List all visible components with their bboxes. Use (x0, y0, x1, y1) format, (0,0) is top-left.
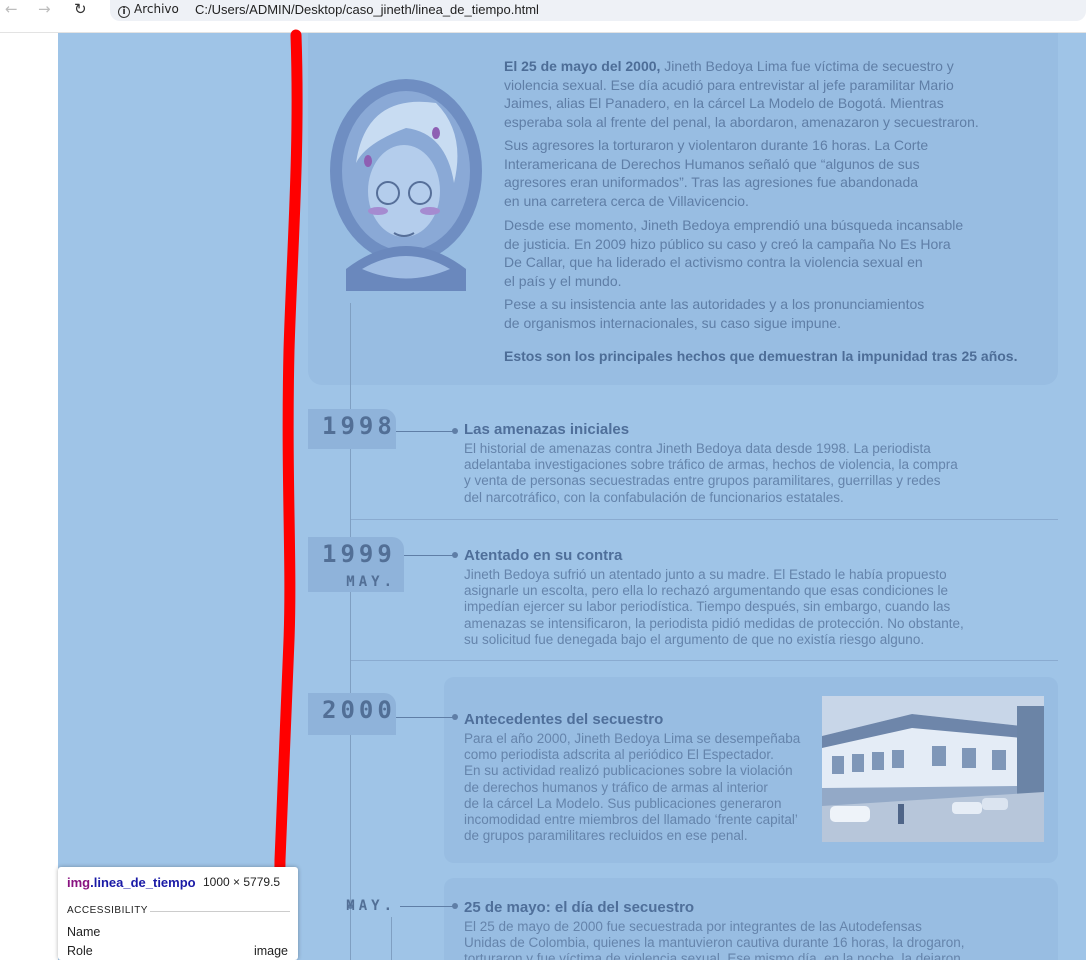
intro-paragraph-1: El 25 de mayo del 2000, Jineth Bedoya Li… (504, 58, 979, 130)
timeline-axis-segment (391, 917, 392, 960)
event-body: Para el año 2000, Jineth Bedoya Lima se … (464, 731, 801, 844)
portrait-illustration (330, 79, 482, 291)
divider (150, 911, 290, 912)
year-badge-1999: 1999 MAY. (308, 537, 404, 592)
site-info-chip[interactable]: i Archivo (118, 1, 179, 18)
url-text[interactable]: C:/Users/ADMIN/Desktop/caso_jineth/linea… (195, 1, 539, 18)
prison-building-photo (822, 696, 1044, 842)
browser-toolbar: ← → ↻ i Archivo C:/Users/ADMIN/Desktop/ca… (0, 0, 1086, 33)
year-badge-1998: 1998 (308, 409, 396, 449)
month-badge: MAY. (346, 898, 396, 914)
timeline-dot (452, 428, 458, 434)
info-icon: i (118, 6, 130, 18)
intro-paragraph-2: Sus agresores la torturaron y violentaro… (504, 137, 929, 209)
event-body: Jineth Bedoya sufrió un atentado junto a… (464, 567, 964, 647)
intro-closing: Estos son los principales hechos que dem… (504, 348, 1018, 364)
tooltip-element-size: 1000 × 5779.5 (203, 875, 281, 889)
page-margin (0, 33, 58, 960)
tooltip-section-header: ACCESSIBILITY (67, 905, 148, 916)
timeline-dot (452, 903, 458, 909)
back-icon[interactable]: ← (5, 0, 18, 20)
intro-paragraph-3: Desde ese momento, Jineth Bedoya emprend… (504, 217, 964, 289)
site-info-label: Archivo (134, 2, 179, 16)
connector (404, 555, 454, 556)
reload-icon[interactable]: ↻ (74, 0, 87, 20)
forward-icon[interactable]: → (38, 0, 51, 20)
event-title: Antecedentes del secuestro (464, 711, 664, 728)
tooltip-row-label: Name (67, 925, 101, 939)
event-divider (351, 660, 1058, 661)
timeline-axis (350, 303, 351, 960)
year-badge-2000: 2000 (308, 693, 396, 735)
connector (396, 431, 454, 432)
timeline-image: El 25 de mayo del 2000, Jineth Bedoya Li… (58, 33, 1086, 960)
event-title: Atentado en su contra (464, 547, 623, 564)
event-title: 25 de mayo: el día del secuestro (464, 899, 695, 916)
devtools-inspect-tooltip: img.linea_de_tiempo 1000 × 5779.5 ACCESS… (58, 867, 298, 960)
event-body: El historial de amenazas contra Jineth B… (464, 441, 958, 505)
connector (400, 906, 454, 907)
event-body: El 25 de mayo de 2000 fue secuestrada po… (464, 919, 965, 960)
intro-paragraph-4: Pese a su insistencia ante las autoridad… (504, 296, 925, 331)
timeline-dot (452, 552, 458, 558)
tooltip-row-label: Role (67, 944, 93, 958)
tooltip-element-name: img.linea_de_tiempo (67, 875, 196, 890)
tooltip-row-value: image (253, 944, 288, 958)
event-title: Las amenazas iniciales (464, 421, 630, 438)
connector (396, 717, 454, 718)
event-divider (351, 519, 1058, 520)
timeline-dot (452, 714, 458, 720)
